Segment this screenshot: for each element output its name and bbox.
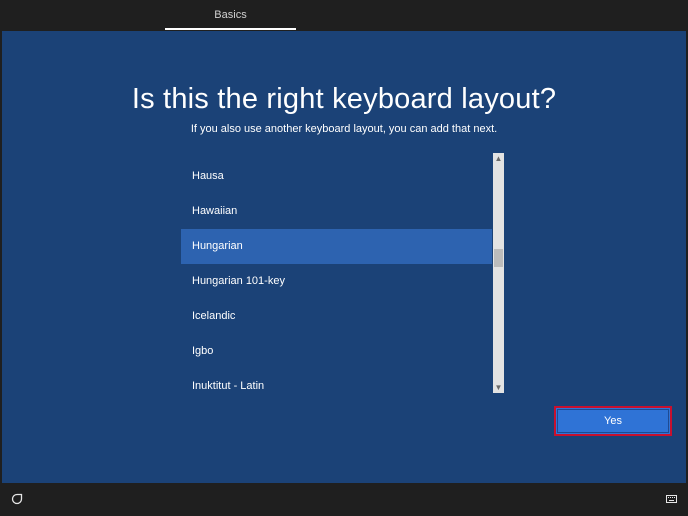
list-item-icelandic[interactable]: Icelandic — [181, 299, 492, 334]
top-bar: Basics — [0, 0, 688, 31]
bottom-bar — [0, 483, 688, 516]
accessibility-icon[interactable] — [11, 493, 23, 505]
list-item-igbo[interactable]: Igbo — [181, 334, 492, 369]
tab-underline — [165, 28, 296, 30]
scroll-thumb[interactable] — [494, 249, 503, 267]
chevron-down-icon[interactable]: ▼ — [493, 382, 504, 393]
list-item-inuktitut-latin[interactable]: Inuktitut - Latin — [181, 369, 492, 393]
chevron-up-icon[interactable]: ▲ — [493, 153, 504, 164]
keyboard-layout-list[interactable]: Hausa Hawaiian Hungarian Hungarian 101-k… — [181, 153, 504, 393]
yes-button[interactable]: Yes — [554, 406, 672, 436]
list-scrollbar[interactable]: ▲ ▼ — [493, 153, 504, 393]
oobe-screen: Basics Is this the right keyboard layout… — [0, 0, 688, 516]
list-item-hungarian-101-key[interactable]: Hungarian 101-key — [181, 264, 492, 299]
tab-basics: Basics — [214, 9, 247, 21]
list-item-hungarian-selected[interactable]: Hungarian — [181, 229, 492, 264]
list-item-hausa[interactable]: Hausa — [181, 159, 492, 194]
keyboard-icon[interactable] — [666, 495, 677, 503]
page-subtitle: If you also use another keyboard layout,… — [190, 123, 498, 135]
list-item-hawaiian[interactable]: Hawaiian — [181, 194, 492, 229]
yes-button-label: Yes — [604, 415, 622, 427]
page-title: Is this the right keyboard layout? — [131, 83, 557, 115]
